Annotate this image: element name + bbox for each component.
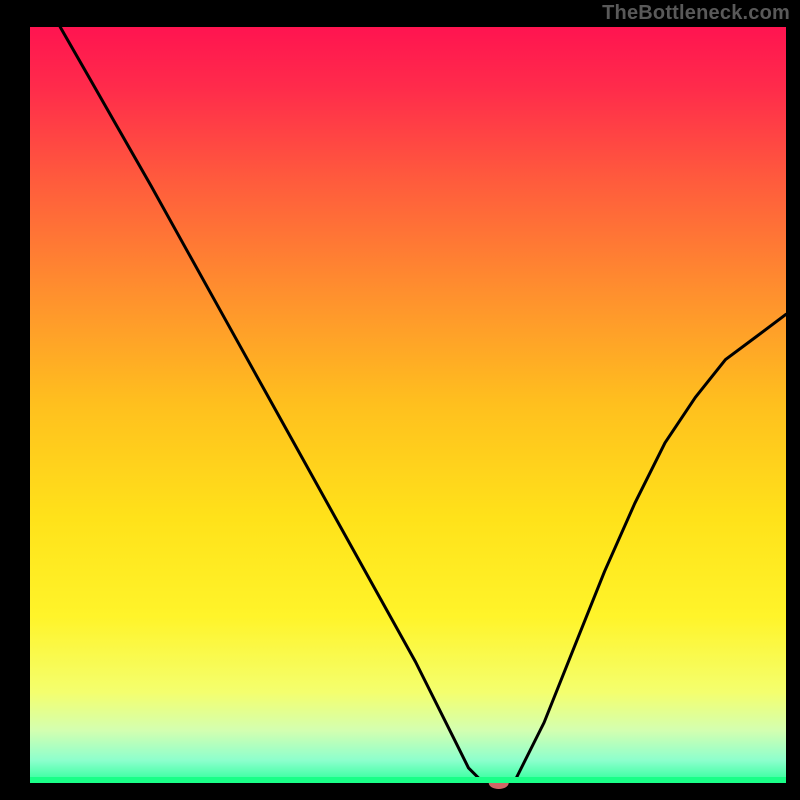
bottleneck-chart bbox=[0, 0, 800, 800]
plot-background bbox=[30, 27, 786, 783]
baseline-strip bbox=[30, 777, 786, 783]
watermark-text: TheBottleneck.com bbox=[602, 2, 790, 25]
